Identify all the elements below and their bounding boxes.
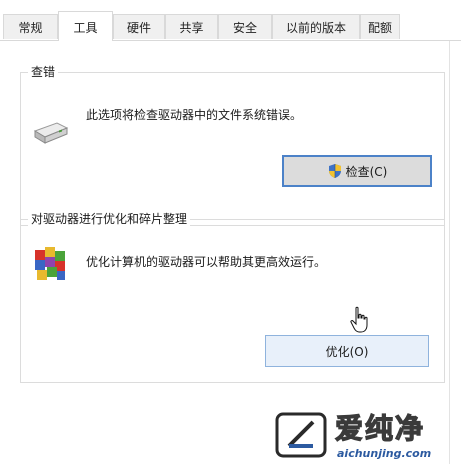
tab-tools[interactable]: 工具 <box>58 11 113 41</box>
optimize-title: 对驱动器进行优化和碎片整理 <box>28 212 191 226</box>
watermark-url: aichunjing.com <box>337 447 432 460</box>
watermark-name: 爱纯净 <box>334 412 426 445</box>
watermark: 爱纯净 aichunjing.com <box>275 412 455 464</box>
error-checking-title: 查错 <box>28 65 59 79</box>
optimize-group: 对驱动器进行优化和碎片整理 优化计算机的驱动器可以帮助其更高效运行。 优化(O) <box>20 212 445 383</box>
tab-previous-versions[interactable]: 以前的版本 <box>272 14 360 39</box>
tools-page: 查错 此选项将检查驱动器中的文件系统错误。 检查(C) 对驱动器进行优化和碎片整… <box>0 41 450 464</box>
properties-window: 常规 工具 硬件 共享 安全 以前的版本 配额 查错 此选项将检查驱动器中的文件… <box>0 0 461 464</box>
check-button[interactable]: 检查(C) <box>282 155 432 187</box>
tab-hardware[interactable]: 硬件 <box>113 14 165 39</box>
error-checking-group: 查错 此选项将检查驱动器中的文件系统错误。 检查(C) <box>20 65 445 226</box>
tab-sharing[interactable]: 共享 <box>165 14 218 39</box>
optimize-description: 优化计算机的驱动器可以帮助其更高效运行。 <box>86 255 327 269</box>
tab-general[interactable]: 常规 <box>3 14 58 39</box>
watermark-logo-icon <box>275 412 327 458</box>
defrag-icon <box>35 247 65 280</box>
shield-icon <box>328 164 341 178</box>
error-checking-description: 此选项将检查驱动器中的文件系统错误。 <box>86 108 303 122</box>
check-button-label: 检查(C) <box>345 164 388 179</box>
optimize-button[interactable]: 优化(O) <box>265 335 429 367</box>
tab-strip: 常规 工具 硬件 共享 安全 以前的版本 配额 <box>0 11 461 41</box>
tab-security[interactable]: 安全 <box>218 14 272 39</box>
tab-quota[interactable]: 配额 <box>360 14 400 39</box>
optimize-button-label: 优化(O) <box>325 344 369 359</box>
drive-icon <box>33 122 69 144</box>
